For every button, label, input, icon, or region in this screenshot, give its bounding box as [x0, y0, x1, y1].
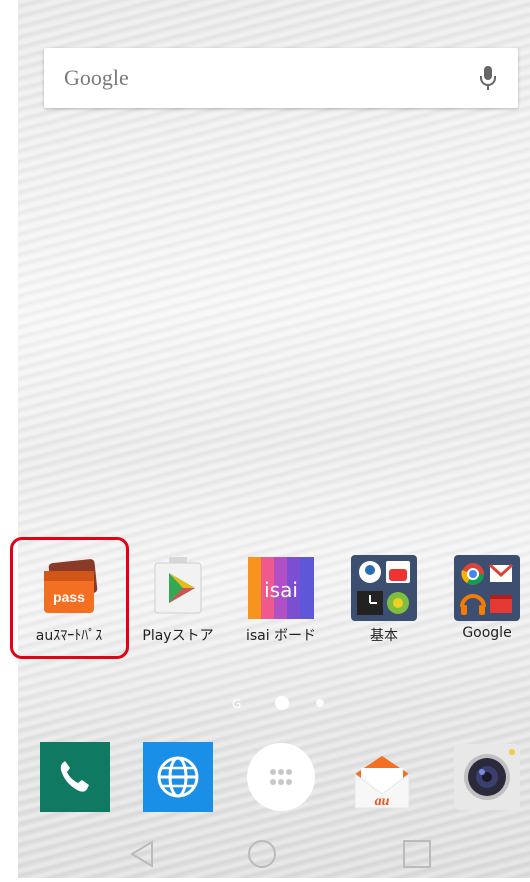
mail-icon: au: [354, 756, 410, 809]
folder-icon: [454, 555, 520, 621]
google-search-bar[interactable]: Google: [44, 48, 518, 108]
recents-icon: [403, 840, 431, 868]
back-icon: [130, 840, 153, 868]
folder-google[interactable]: Google: [437, 555, 530, 641]
microphone-icon[interactable]: [476, 64, 500, 92]
phone-icon: [40, 742, 110, 812]
svg-text:au: au: [375, 794, 390, 809]
svg-text:pass: pass: [53, 589, 85, 605]
page-indicator: G: [228, 695, 328, 711]
app-play-store[interactable]: Playストア: [128, 555, 228, 645]
google-logo: Google: [64, 65, 129, 90]
google-now-page-icon: G: [232, 697, 241, 711]
dock-camera[interactable]: [452, 742, 522, 812]
dock-au-mail[interactable]: au: [347, 742, 417, 812]
svg-text:isai: isai: [264, 578, 298, 602]
home-icon: [248, 840, 276, 868]
dock-phone[interactable]: [40, 742, 110, 812]
isai-board-icon: isai: [248, 555, 314, 621]
folder-kihon[interactable]: 基本: [334, 555, 434, 645]
app-label: auｽﾏｰﾄﾊﾟｽ: [35, 628, 103, 644]
navigation-bar: [18, 830, 530, 878]
apps-grid-icon: [247, 743, 315, 811]
camera-icon: [454, 744, 520, 810]
app-label: isai ボード: [245, 628, 317, 644]
page-dot: [316, 699, 324, 707]
app-isai-board[interactable]: isai isai ボード: [231, 555, 331, 645]
app-label: Playストア: [142, 628, 214, 644]
globe-icon: [143, 742, 213, 812]
dock-browser[interactable]: [143, 742, 213, 812]
dock-app-drawer[interactable]: [246, 742, 316, 812]
app-au-smart-pass[interactable]: pass auｽﾏｰﾄﾊﾟｽ: [19, 555, 119, 645]
au-smart-pass-icon: pass: [36, 555, 102, 621]
folder-icon: [351, 555, 417, 621]
page-dot-current: [275, 696, 289, 710]
app-label: 基本: [370, 628, 398, 644]
play-store-icon: [145, 555, 211, 621]
app-label: Google: [462, 625, 512, 641]
